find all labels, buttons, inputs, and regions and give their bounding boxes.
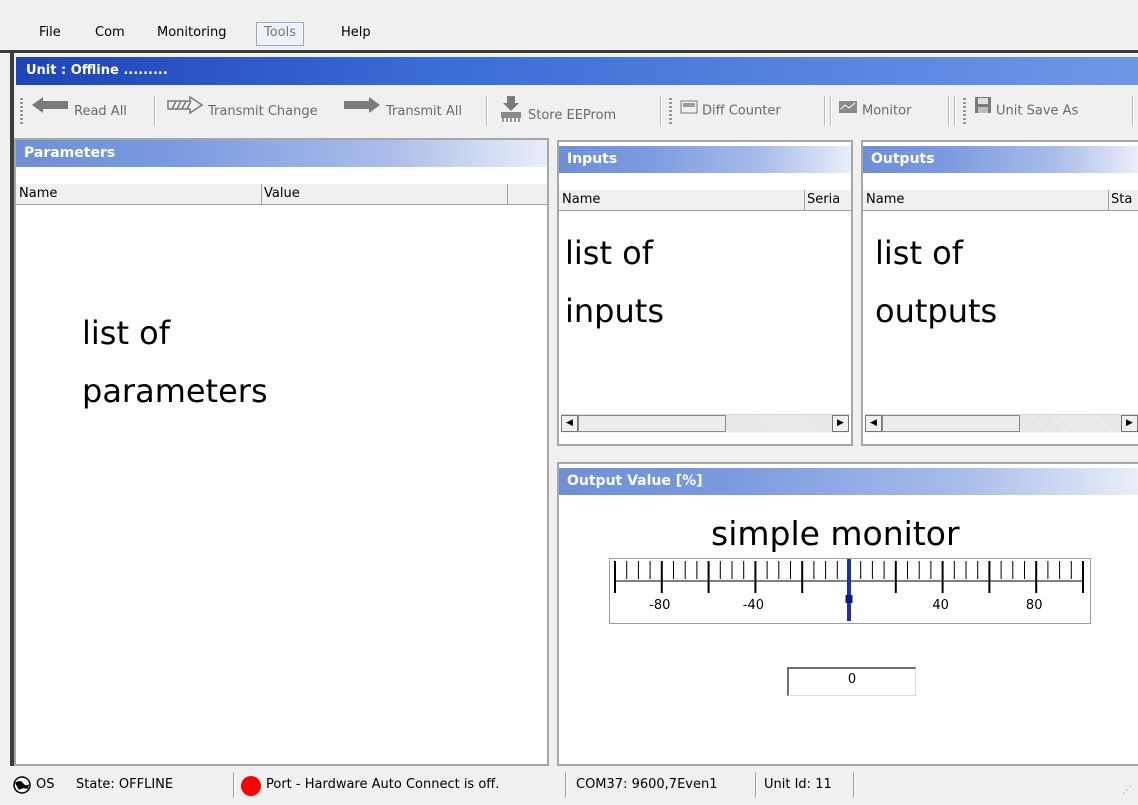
inputs-pane: Inputs Name Seria list of inputs ◀ ▶ (557, 140, 868, 446)
status-bar: OS State: OFFLINE Port - Hardware Auto C… (0, 766, 1138, 802)
column-header-name[interactable]: Name (559, 190, 805, 210)
diff-counter-button[interactable]: Diff Counter (680, 95, 781, 127)
inputs-placeholder-line2: inputs (565, 292, 664, 330)
os-globe-icon (12, 775, 32, 797)
diff-counter-label: Diff Counter (702, 103, 781, 119)
scale-label: 80 (1026, 598, 1043, 613)
transmit-all-label: Transmit All (386, 104, 462, 119)
outputs-column-header: Name Sta (863, 190, 1138, 211)
parameters-pane: Parameters Name Value list of parameters (14, 138, 549, 766)
output-value-scale: -80 -40 40 80 (609, 558, 1091, 624)
port-status-label: Port - Hardware Auto Connect is off. (266, 777, 500, 792)
unit-status-title: Unit : Offline ......... (16, 57, 1138, 85)
status-separator (565, 772, 567, 798)
status-separator (755, 772, 757, 798)
menu-tools[interactable]: Tools (256, 22, 305, 46)
parameters-placeholder-line2: parameters (82, 372, 268, 410)
striped-arrow-right-icon (166, 95, 204, 128)
scale-label: -80 (649, 598, 670, 613)
menu-monitoring[interactable]: Monitoring (150, 22, 234, 44)
toolbar-separator (954, 96, 956, 126)
port-status-red-dot-icon (240, 775, 262, 797)
toolbar-separator (830, 96, 832, 126)
pane-splitter[interactable] (549, 138, 555, 766)
monitor-button[interactable]: Monitor (838, 95, 911, 127)
inputs-horizontal-scrollbar[interactable]: ◀ ▶ (561, 414, 849, 433)
scale-ticks: -80 -40 40 80 (614, 559, 1084, 621)
scroll-track[interactable] (726, 415, 832, 432)
inputs-column-header: Name Seria (559, 190, 868, 211)
scroll-right-icon[interactable]: ▶ (832, 415, 849, 432)
outputs-horizontal-scrollbar[interactable]: ◀ ▶ (865, 414, 1138, 433)
read-all-button[interactable]: Read All (30, 95, 127, 127)
arrow-left-icon (30, 95, 70, 128)
toolbar-separator (486, 96, 488, 126)
scroll-track[interactable] (1020, 415, 1121, 432)
scroll-thumb[interactable] (882, 415, 1020, 432)
inputs-pane-title: Inputs (559, 146, 851, 173)
column-header-state[interactable]: Sta (1108, 190, 1138, 210)
scroll-left-icon[interactable]: ◀ (865, 415, 882, 432)
arrow-right-icon (342, 95, 382, 128)
outputs-placeholder-line1: list of (875, 234, 964, 272)
scroll-right-icon[interactable]: ▶ (1121, 415, 1138, 432)
unit-save-as-button[interactable]: Unit Save As (974, 95, 1078, 127)
menu-file[interactable]: File (32, 22, 68, 44)
column-header-name[interactable]: Name (16, 184, 262, 204)
monitor-label: Monitor (862, 103, 912, 119)
transmit-change-button[interactable]: Transmit Change (166, 95, 318, 127)
scale-label: -40 (743, 598, 764, 613)
unit-id-label: Unit Id: 11 (764, 777, 832, 792)
parameters-column-header: Name Value (16, 184, 547, 205)
column-header-serial[interactable]: Seria (804, 190, 868, 210)
resize-grip-icon[interactable]: ⋰ (1122, 780, 1132, 802)
status-separator (233, 772, 235, 798)
read-all-label: Read All (74, 104, 127, 119)
toolbar-separator (660, 96, 662, 126)
toolbar-grip[interactable] (963, 98, 966, 124)
column-header-name[interactable]: Name (863, 190, 1109, 210)
unit-save-as-label: Unit Save As (996, 103, 1079, 119)
menu-help[interactable]: Help (334, 22, 378, 44)
toolbar-separator (154, 96, 156, 126)
toolbar-separator (1132, 96, 1134, 126)
menu-com[interactable]: Com (88, 22, 132, 44)
outputs-pane-title: Outputs (863, 146, 1138, 173)
scroll-thumb[interactable] (578, 415, 726, 432)
output-value-pane-title: Output Value [%] (559, 468, 1138, 495)
scroll-left-icon[interactable]: ◀ (561, 415, 578, 432)
toolbar-separator (824, 96, 826, 126)
scale-label: 40 (932, 598, 949, 613)
monitor-icon (838, 95, 858, 127)
outputs-placeholder-line2: outputs (875, 292, 998, 330)
store-eeprom-label: Store EEProm (528, 108, 617, 123)
parameters-pane-title: Parameters (16, 140, 547, 167)
counter-icon (680, 95, 698, 127)
output-value-field: 0 (787, 667, 916, 696)
toolbar-separator (948, 96, 950, 126)
transmit-change-label: Transmit Change (208, 104, 318, 119)
os-label: OS (36, 777, 55, 792)
scale-needle-marker (845, 595, 853, 603)
toolbar: Read All Transmit Change Transmit All St… (16, 88, 1138, 134)
toolbar-grip[interactable] (20, 98, 23, 124)
store-eeprom-button[interactable]: Store EEProm (498, 95, 616, 127)
chip-download-icon (498, 95, 524, 136)
column-header-value[interactable]: Value (261, 184, 508, 204)
parameters-placeholder-line1: list of (82, 314, 171, 352)
monitor-placeholder-text: simple monitor (711, 514, 960, 553)
state-label: State: OFFLINE (76, 777, 174, 792)
toolbar-grip[interactable] (669, 98, 672, 124)
com-port-label: COM37: 9600,7Even1 (576, 777, 718, 792)
inputs-placeholder-line1: list of (565, 234, 654, 272)
menu-divider (0, 50, 1138, 53)
transmit-all-button[interactable]: Transmit All (342, 95, 462, 127)
menu-bar: File Com Monitoring Tools Help (0, 0, 1138, 48)
status-separator (853, 772, 855, 798)
outputs-pane: Outputs Name Sta list of outputs ◀ ▶ (861, 140, 1138, 446)
floppy-disk-icon (974, 95, 992, 127)
